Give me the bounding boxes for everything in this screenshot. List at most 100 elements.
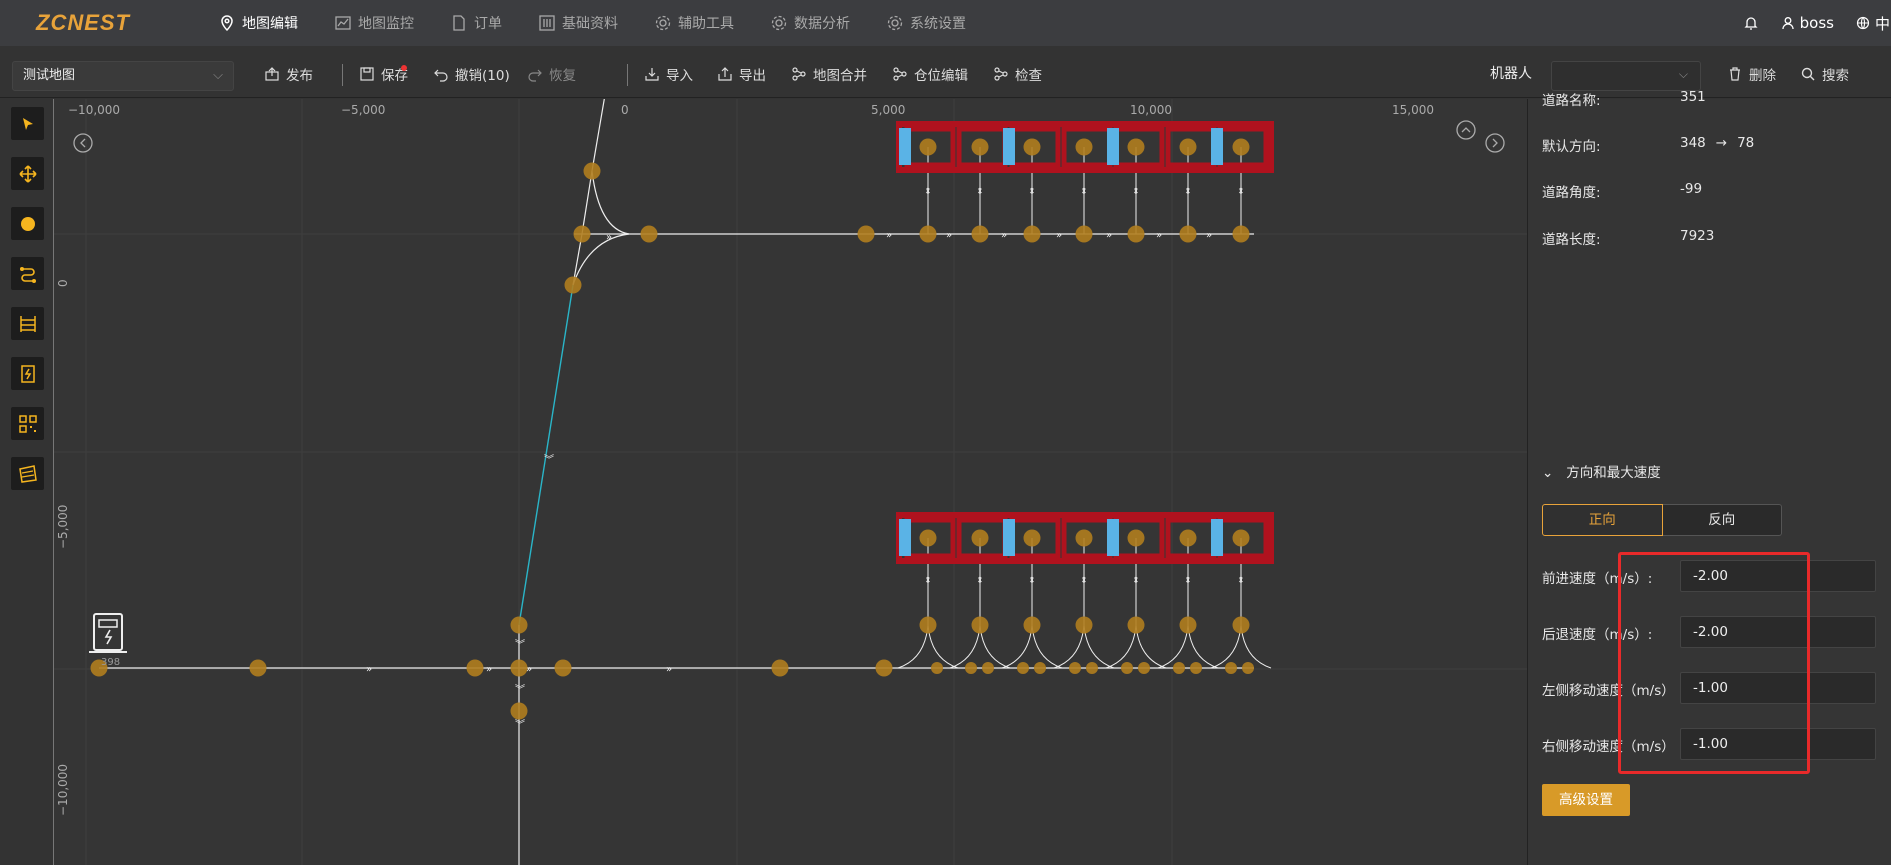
trash-icon: [1730, 67, 1740, 81]
direction-marker: ︾: [544, 454, 554, 466]
tool-palette: [0, 99, 53, 865]
advanced-settings-button[interactable]: 高级设置: [1542, 784, 1630, 816]
map-node: [1017, 662, 1029, 674]
tab-reverse[interactable]: 反向: [1662, 504, 1782, 536]
route-icon: [19, 266, 36, 283]
map-node: [1190, 662, 1202, 674]
location-edit-button[interactable]: 仓位编辑: [892, 50, 968, 98]
publish-button[interactable]: 发布: [264, 50, 313, 98]
gear-icon: [887, 15, 903, 31]
map-merge-button[interactable]: 地图合并: [791, 50, 867, 98]
direction-marker: »: [1001, 230, 1007, 241]
export-button[interactable]: 导出: [717, 50, 766, 98]
scroll-right-icon[interactable]: [1485, 133, 1505, 153]
map-node: [510, 616, 528, 634]
charger-tool[interactable]: [11, 357, 44, 390]
map-node: [583, 162, 601, 180]
direction-marker: ⇕: [1080, 187, 1088, 197]
map-node: [640, 225, 658, 243]
search-button[interactable]: 搜索: [1800, 50, 1849, 98]
qr-tool[interactable]: [11, 407, 44, 440]
map-merge-label: 地图合并: [813, 68, 867, 84]
nav-map-edit[interactable]: 地图编辑: [218, 0, 298, 46]
nav-basic-data[interactable]: 基础资料: [538, 0, 618, 46]
nav-data-analysis[interactable]: 数据分析: [770, 0, 850, 46]
y-tick-label: −5,000: [56, 505, 70, 549]
map-node: [971, 138, 989, 156]
scroll-up-icon[interactable]: [1456, 120, 1476, 140]
nav-label: 数据分析: [794, 16, 850, 32]
map-node: [1179, 138, 1197, 156]
nav-orders[interactable]: 订单: [450, 0, 502, 46]
save-icon: [360, 67, 374, 81]
map-node: [1225, 662, 1237, 674]
map-node: [1127, 138, 1145, 156]
nodes[interactable]: [90, 138, 1255, 720]
import-button[interactable]: 导入: [644, 50, 693, 98]
nav-map-monitor[interactable]: 地图监控: [334, 0, 414, 46]
area-tool[interactable]: [11, 457, 44, 490]
save-button[interactable]: 保存: [359, 50, 408, 98]
shelf-tool[interactable]: [11, 307, 44, 340]
direction-marker: »: [1156, 230, 1162, 241]
map-select[interactable]: 测试地图 ⌵: [12, 61, 234, 91]
map-node: [919, 529, 937, 547]
map-node: [931, 662, 943, 674]
scroll-left-icon[interactable]: [73, 133, 93, 153]
section-header[interactable]: ⌄ 方向和最大速度: [1542, 461, 1661, 481]
language-menu[interactable]: 中: [1856, 13, 1891, 34]
road: [572, 99, 605, 286]
import-label: 导入: [666, 68, 693, 84]
nav-label: 辅助工具: [678, 16, 734, 32]
direction-value: 348 → 78: [1680, 135, 1754, 151]
map-node: [1173, 662, 1185, 674]
nav-aux-tools[interactable]: 辅助工具: [654, 0, 734, 46]
username: boss: [1799, 14, 1834, 32]
roads[interactable]: ⇕⇕⇕⇕⇕⇕⇕⇕⇕⇕⇕⇕⇕⇕»»»»»»»»»» »»︾︾︾︾: [99, 99, 1272, 865]
direction-marker: »: [1056, 230, 1062, 241]
map-node: [1023, 529, 1041, 547]
map-node: [1127, 529, 1145, 547]
bell-icon[interactable]: [1743, 15, 1759, 31]
user-menu[interactable]: boss: [1781, 14, 1834, 32]
check-button[interactable]: 检查: [993, 50, 1042, 98]
point-tool[interactable]: [11, 207, 44, 240]
sliders-icon: [539, 15, 555, 31]
x-tick-label: 10,000: [1130, 103, 1172, 117]
x-tick-label: −10,000: [68, 103, 120, 117]
robot-select[interactable]: ⌵: [1551, 61, 1701, 91]
delete-button[interactable]: 删除: [1727, 50, 1776, 98]
map-canvas[interactable]: −10,000 −5,000 0 5,000 10,000 15,000 0 −…: [53, 99, 1527, 865]
top-navigation: ZCNEST 地图编辑 地图监控 订单 基础资料 辅助工具 数据分析 系统设置: [0, 0, 1891, 46]
select-tool[interactable]: [11, 107, 44, 140]
direction-marker: »: [666, 664, 672, 675]
direction-to: 78: [1737, 135, 1755, 151]
redo-button[interactable]: 恢复: [527, 50, 576, 98]
map-node: [466, 659, 484, 677]
map-node: [1075, 529, 1093, 547]
tab-forward[interactable]: 正向: [1542, 504, 1663, 536]
export-label: 导出: [739, 68, 766, 84]
undo-button[interactable]: 撤销(10): [433, 50, 510, 98]
language-label: 中: [1875, 14, 1891, 33]
map-node: [982, 662, 994, 674]
map-node: [1127, 225, 1145, 243]
direction-marker: »: [946, 230, 952, 241]
map-node: [971, 225, 989, 243]
map-node: [249, 659, 267, 677]
move-icon: [18, 164, 37, 183]
nav-system-settings[interactable]: 系统设置: [886, 0, 966, 46]
map-node: [971, 616, 989, 634]
gear-icon: [771, 15, 787, 31]
move-tool[interactable]: [11, 157, 44, 190]
map-drawing[interactable]: −10,000 −5,000 0 5,000 10,000 15,000 0 −…: [54, 99, 1527, 865]
shelf-marker: [899, 128, 911, 165]
road-tool[interactable]: [11, 257, 44, 290]
direction-marker: »: [606, 232, 612, 243]
shelf-marker: [1211, 128, 1223, 165]
redo-label: 恢复: [549, 68, 576, 84]
nodes-icon: [994, 67, 1008, 81]
charger-station-icon[interactable]: 398: [89, 613, 127, 668]
map-node: [1023, 616, 1041, 634]
highlight-annotation: [1618, 552, 1810, 774]
